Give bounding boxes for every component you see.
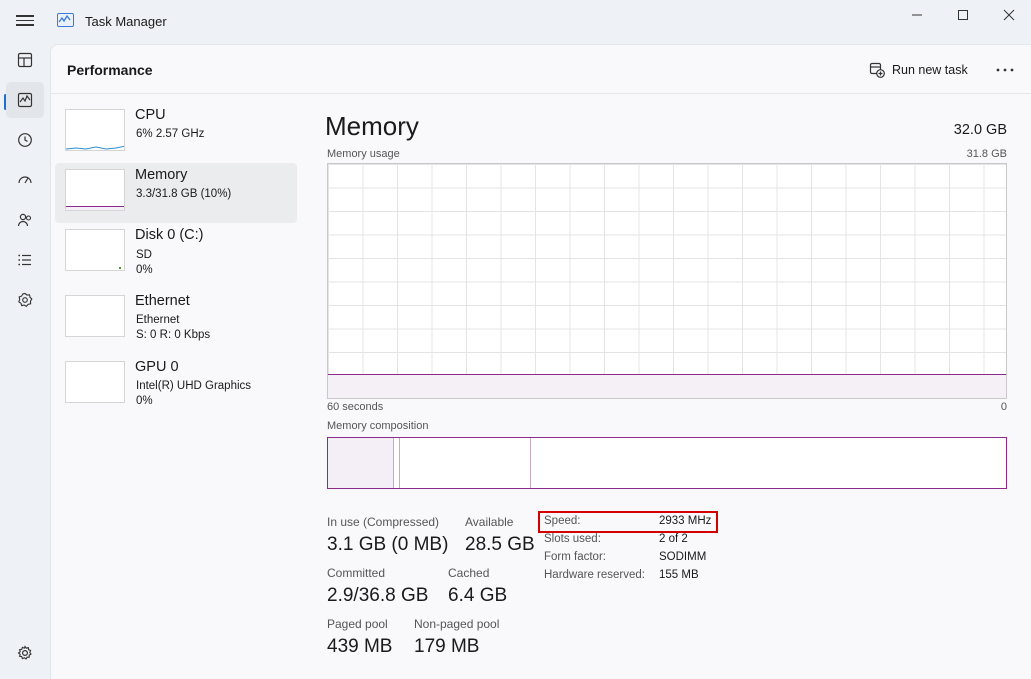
available-label: Available [465, 515, 514, 529]
composition-in-use[interactable] [328, 438, 394, 488]
run-new-task-button[interactable]: Run new task [869, 59, 968, 81]
nav-performance[interactable] [6, 82, 44, 118]
close-button[interactable] [986, 0, 1031, 30]
maximize-button[interactable] [940, 0, 986, 30]
non-paged-pool-label: Non-paged pool [414, 617, 500, 631]
close-icon [1003, 9, 1015, 21]
resource-name: GPU 0 [135, 359, 179, 375]
resource-disk[interactable]: Disk 0 (C:) SD 0% [55, 223, 297, 283]
total-capacity: 32.0 GB [953, 122, 1007, 138]
resource-name: Ethernet [135, 293, 190, 309]
resource-gpu[interactable]: GPU 0 Intel(R) UHD Graphics 0% [55, 355, 297, 415]
paged-pool-label: Paged pool [327, 617, 388, 631]
in-use-value: 3.1 GB (0 MB) [327, 534, 449, 555]
more-options-icon [996, 68, 1014, 72]
app-history-icon [18, 133, 32, 147]
cpu-thumbnail-graph [65, 109, 125, 151]
page-title: Performance [67, 62, 153, 78]
cached-value: 6.4 GB [448, 585, 508, 606]
resource-detail: SD [136, 249, 152, 261]
committed-value: 2.9/36.8 GB [327, 585, 429, 606]
run-new-task-label: Run new task [892, 63, 968, 77]
resource-memory[interactable]: Memory 3.3/31.8 GB (10%) [55, 163, 297, 223]
memory-usage-label: Memory usage [327, 148, 400, 160]
navigation-rail [0, 44, 50, 679]
hardware-reserved-value: 155 MB [659, 569, 699, 581]
time-end-label: 0 [1000, 401, 1007, 413]
more-options-button[interactable] [991, 59, 1019, 81]
nav-services[interactable] [6, 282, 44, 318]
window-title: Task Manager [85, 14, 167, 29]
cached-label: Cached [448, 566, 490, 580]
resource-detail: 3.3/31.8 GB (10%) [136, 188, 232, 200]
nav-app-history[interactable] [6, 122, 44, 158]
resource-cpu[interactable]: CPU 6% 2.57 GHz [55, 103, 297, 163]
nav-details[interactable] [6, 242, 44, 278]
form-factor-value: SODIMM [659, 551, 707, 563]
hamburger-menu-icon[interactable] [14, 12, 36, 32]
resource-detail-2: S: 0 R: 0 Kbps [136, 329, 211, 341]
memory-composition-bar [327, 437, 1007, 489]
detail-title: Memory [325, 111, 419, 141]
startup-apps-icon [18, 176, 32, 184]
in-use-label: In use (Compressed) [327, 515, 440, 529]
resource-detail: Ethernet [136, 314, 180, 326]
nav-users[interactable] [6, 202, 44, 238]
slots-used-value: 2 of 2 [659, 533, 688, 545]
memory-usage-max: 31.8 GB [966, 148, 1007, 160]
task-manager-app-icon [57, 13, 74, 27]
performance-icon [17, 92, 33, 108]
details-icon [18, 254, 31, 266]
page-header: Performance Run new task [51, 45, 1031, 94]
form-factor-key: Form factor: [544, 551, 606, 563]
speed-value: 2933 MHz [659, 515, 712, 527]
memory-usage-graph [327, 163, 1007, 399]
run-new-task-icon [869, 62, 885, 78]
memory-usage-fill [328, 373, 1006, 398]
minimize-button[interactable] [894, 0, 940, 30]
services-icon [18, 292, 33, 307]
resource-name: CPU [135, 107, 166, 123]
slots-used-key: Slots used: [544, 533, 601, 545]
committed-label: Committed [327, 566, 386, 580]
resource-name: Memory [135, 167, 188, 183]
nav-startup-apps[interactable] [6, 162, 44, 198]
time-range-label: 60 seconds [327, 401, 384, 413]
gpu-thumbnail-graph [65, 361, 125, 403]
speed-key: Speed: [544, 515, 581, 527]
resource-name: Disk 0 (C:) [135, 227, 204, 243]
minimize-icon [912, 14, 922, 16]
processes-icon [17, 52, 33, 68]
resource-detail-2: 0% [136, 395, 153, 407]
resource-detail: Intel(R) UHD Graphics [136, 380, 252, 392]
composition-standby[interactable] [400, 438, 531, 488]
nav-settings[interactable] [6, 635, 44, 671]
ethernet-thumbnail-graph [65, 295, 125, 337]
memory-thumbnail-graph [65, 169, 125, 211]
users-icon [17, 213, 32, 227]
available-value: 28.5 GB [465, 534, 535, 555]
resource-ethernet[interactable]: Ethernet Ethernet S: 0 R: 0 Kbps [55, 289, 297, 349]
title-bar: Task Manager [0, 0, 1031, 44]
non-paged-pool-value: 179 MB [414, 636, 480, 657]
nav-processes[interactable] [6, 42, 44, 78]
resource-detail-2: 0% [136, 264, 153, 276]
main-panel: Performance Run new task CPU 6% 2.57 GHz… [50, 44, 1031, 679]
disk-thumbnail-graph [65, 229, 125, 271]
paged-pool-value: 439 MB [327, 636, 393, 657]
resource-detail: 6% 2.57 GHz [136, 128, 205, 140]
memory-composition-label: Memory composition [327, 420, 429, 432]
maximize-icon [958, 10, 968, 20]
hardware-reserved-key: Hardware reserved: [544, 569, 645, 581]
settings-icon [17, 645, 32, 660]
